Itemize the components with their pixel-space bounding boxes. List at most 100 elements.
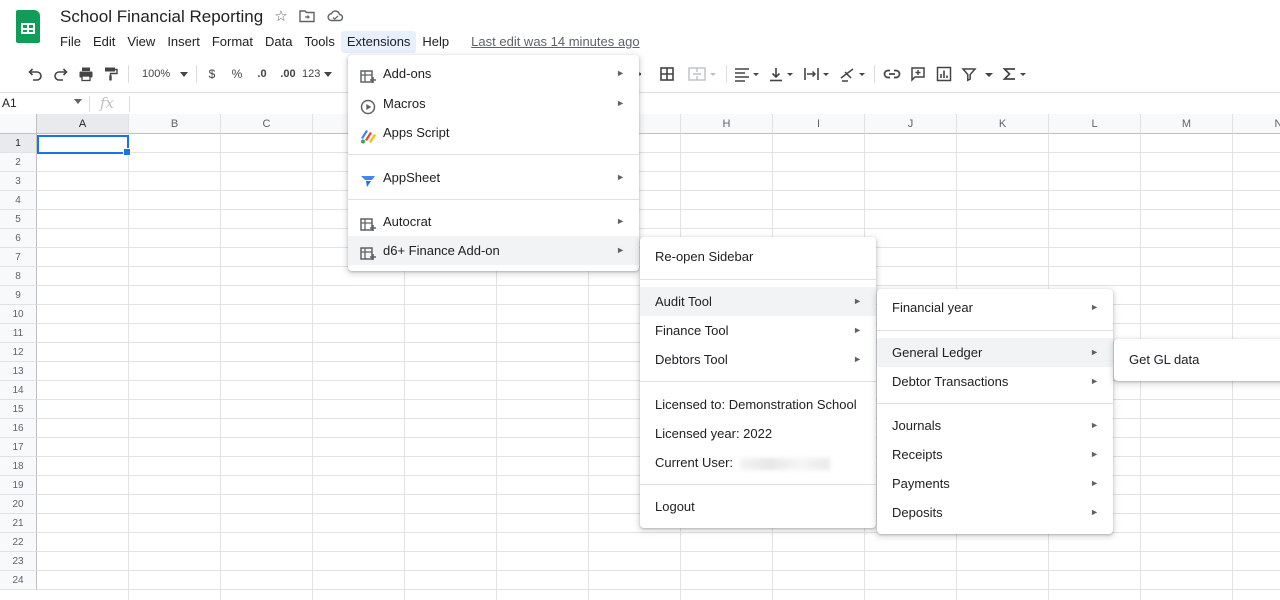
horizontal-align-icon[interactable] [732, 63, 764, 85]
cloud-saved-icon[interactable] [326, 8, 344, 26]
menu-item-d6-finance-add-on[interactable]: d6+ Finance Add-on ► [348, 236, 639, 265]
functions-icon[interactable] [1000, 63, 1032, 85]
menu-item-finance-tool[interactable]: Finance Tool ► [640, 316, 876, 345]
row-header[interactable]: 9 [0, 286, 37, 305]
row-header[interactable]: 6 [0, 229, 37, 248]
insert-chart-icon[interactable] [932, 63, 956, 85]
column-header[interactable]: B [129, 114, 221, 134]
menu-tools[interactable]: Tools [298, 31, 340, 53]
menu-item-general-ledger[interactable]: General Ledger ► [877, 338, 1113, 367]
decrease-decimal-button[interactable]: .0 [252, 63, 272, 85]
formula-bar-divider [129, 96, 130, 112]
row-header[interactable]: 16 [0, 419, 37, 438]
column-header[interactable]: L [1049, 114, 1141, 134]
row-header[interactable]: 5 [0, 210, 37, 229]
row-header[interactable]: 14 [0, 381, 37, 400]
select-all-corner[interactable] [0, 114, 37, 134]
currency-format-button[interactable]: $ [203, 63, 221, 85]
row-header[interactable]: 21 [0, 514, 37, 533]
column-header[interactable]: C [221, 114, 313, 134]
sheets-logo-icon[interactable] [16, 10, 40, 43]
column-header[interactable]: A [37, 114, 129, 134]
menu-insert[interactable]: Insert [161, 31, 206, 53]
menu-item-payments[interactable]: Payments ► [877, 469, 1113, 498]
column-header[interactable]: J [865, 114, 957, 134]
row-header[interactable]: 11 [0, 324, 37, 343]
text-rotation-icon[interactable] [838, 63, 870, 85]
menu-data[interactable]: Data [259, 31, 298, 53]
vertical-align-icon[interactable] [768, 63, 798, 85]
license-year-text: Licensed year: 2022 [655, 426, 773, 441]
menu-item-receipts[interactable]: Receipts ► [877, 440, 1113, 469]
column-header[interactable]: K [957, 114, 1049, 134]
menu-item-get-gl-data[interactable]: Get GL data [1114, 345, 1280, 374]
menu-file[interactable]: File [54, 31, 87, 53]
menu-item-journals[interactable]: Journals ► [877, 411, 1113, 440]
menu-divider [640, 279, 876, 280]
row-header[interactable]: 22 [0, 533, 37, 552]
row-header[interactable]: 7 [0, 248, 37, 267]
print-icon[interactable] [75, 63, 97, 85]
row-header[interactable]: 4 [0, 191, 37, 210]
row-header[interactable]: 2 [0, 153, 37, 172]
name-box-dropdown-icon[interactable] [74, 99, 82, 104]
borders-icon[interactable] [656, 63, 678, 85]
insert-comment-icon[interactable] [906, 63, 930, 85]
row-header[interactable]: 13 [0, 362, 37, 381]
star-icon[interactable]: ☆ [272, 8, 290, 26]
column-header[interactable]: H [681, 114, 773, 134]
row-header[interactable]: 1 [0, 134, 37, 153]
increase-decimal-button[interactable]: .00 [277, 63, 299, 85]
menu-item-macros[interactable]: Macros ► [348, 89, 639, 118]
paint-format-icon[interactable] [100, 63, 122, 85]
row-header[interactable]: 19 [0, 476, 37, 495]
menu-item-appsheet[interactable]: AppSheet ► [348, 163, 639, 192]
menu-extensions[interactable]: Extensions [340, 31, 417, 53]
name-box[interactable]: A1 [2, 96, 17, 110]
filter-views-dropdown-icon[interactable] [982, 63, 996, 85]
submenu-arrow-icon: ► [616, 98, 625, 108]
menu-view[interactable]: View [121, 31, 161, 53]
row-header[interactable]: 12 [0, 343, 37, 362]
row-header[interactable]: 10 [0, 305, 37, 324]
filter-icon[interactable] [958, 63, 980, 85]
text-wrap-icon[interactable] [802, 63, 834, 85]
row-header[interactable]: 3 [0, 172, 37, 191]
last-edit-link[interactable]: Last edit was 14 minutes ago [467, 31, 643, 53]
insert-link-icon[interactable] [880, 63, 904, 85]
row-header[interactable]: 24 [0, 571, 37, 590]
column-header[interactable]: N [1233, 114, 1280, 134]
row-header[interactable]: 8 [0, 267, 37, 286]
merge-cells-icon[interactable] [684, 63, 720, 85]
document-title[interactable]: School Financial Reporting [60, 7, 263, 27]
menu-item-financial-year[interactable]: Financial year ► [877, 293, 1113, 322]
menu-item-apps-script[interactable]: Apps Script [348, 118, 639, 147]
menu-edit[interactable]: Edit [87, 31, 121, 53]
move-folder-icon[interactable] [298, 8, 316, 26]
row-header[interactable]: 18 [0, 457, 37, 476]
menu-item-debtors-tool[interactable]: Debtors Tool ► [640, 345, 876, 374]
menu-item-add-ons[interactable]: Add-ons ► [348, 59, 639, 88]
undo-icon[interactable] [24, 63, 46, 85]
row-header[interactable]: 23 [0, 552, 37, 571]
appsheet-icon [360, 170, 376, 187]
menu-format[interactable]: Format [206, 31, 259, 53]
menu-item-logout[interactable]: Logout [640, 492, 876, 521]
menu-item-reopen-sidebar[interactable]: Re-open Sidebar [640, 242, 876, 271]
menu-item-autocrat[interactable]: Autocrat ► [348, 207, 639, 236]
column-header[interactable]: M [1141, 114, 1233, 134]
percent-format-button[interactable]: % [228, 63, 246, 85]
more-formats-button[interactable]: 123 [302, 63, 334, 85]
row-header[interactable]: 20 [0, 495, 37, 514]
row-header[interactable]: 15 [0, 400, 37, 419]
row-header[interactable]: 17 [0, 438, 37, 457]
column-header[interactable]: I [773, 114, 865, 134]
redo-icon[interactable] [50, 63, 72, 85]
current-user-row: Current User: [640, 448, 876, 477]
zoom-select[interactable]: 100% [136, 63, 192, 85]
menu-item-deposits[interactable]: Deposits ► [877, 498, 1113, 527]
menu-item-debtor-transactions[interactable]: Debtor Transactions ► [877, 367, 1113, 396]
active-cell-a1[interactable] [37, 135, 131, 156]
menu-help[interactable]: Help [416, 31, 455, 53]
menu-item-audit-tool[interactable]: Audit Tool ► [640, 287, 876, 316]
